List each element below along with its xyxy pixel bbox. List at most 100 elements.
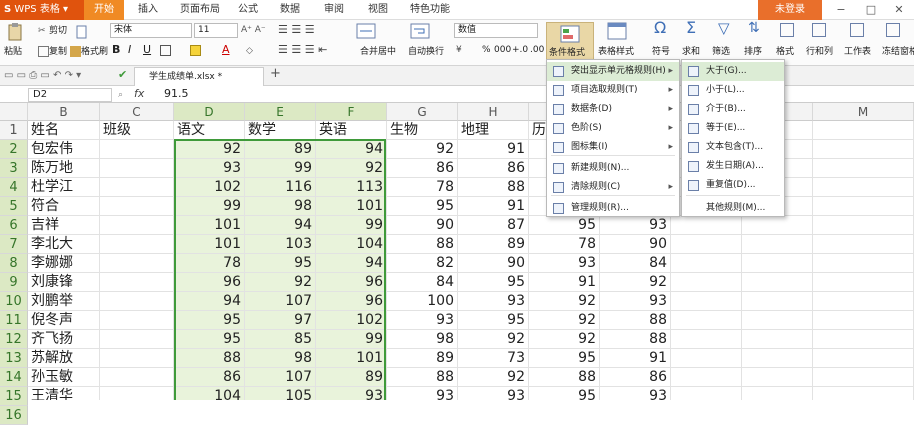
table-cell[interactable]: 98 bbox=[387, 330, 458, 349]
new-tab-button[interactable]: + bbox=[270, 67, 281, 80]
row-header[interactable]: 6 bbox=[0, 216, 28, 235]
table-cell[interactable] bbox=[813, 254, 914, 273]
table-cell[interactable]: 倪冬声 bbox=[28, 311, 100, 330]
table-cell[interactable]: 95 bbox=[529, 387, 600, 400]
formula-input[interactable]: 91.5 bbox=[164, 88, 189, 100]
tab-home[interactable]: 开始 bbox=[84, 0, 124, 20]
table-cell[interactable] bbox=[671, 387, 742, 400]
header-cell[interactable]: 语文 bbox=[174, 121, 245, 140]
table-cell[interactable]: 86 bbox=[174, 368, 245, 387]
sort-icon[interactable]: ⇅ bbox=[748, 21, 760, 35]
name-box[interactable]: D2 bbox=[28, 88, 112, 102]
table-cell[interactable]: 94 bbox=[316, 254, 387, 273]
row-header[interactable]: 11 bbox=[0, 311, 28, 330]
symbol-button[interactable]: 符号 bbox=[652, 46, 670, 58]
table-cell[interactable] bbox=[100, 292, 174, 311]
table-cell[interactable]: 78 bbox=[387, 178, 458, 197]
table-cell[interactable]: 88 bbox=[600, 311, 671, 330]
row-header[interactable]: 14 bbox=[0, 368, 28, 387]
row-header[interactable]: 4 bbox=[0, 178, 28, 197]
table-cell[interactable] bbox=[813, 368, 914, 387]
table-cell[interactable]: 98 bbox=[245, 197, 316, 216]
quick-access-icons[interactable]: ▭ ▭ ⎙ ▭ ↶ ↷ ▾ bbox=[4, 70, 81, 82]
table-cell[interactable]: 90 bbox=[600, 235, 671, 254]
table-cell[interactable]: 95 bbox=[458, 311, 529, 330]
maximize-button[interactable]: □ bbox=[856, 0, 886, 20]
submenu-item[interactable]: 介于(B)... bbox=[682, 100, 784, 119]
table-cell[interactable]: 李北大 bbox=[28, 235, 100, 254]
table-cell[interactable]: 93 bbox=[387, 387, 458, 400]
cond-menu-item[interactable]: 数据条(D) ▸ bbox=[547, 100, 679, 119]
table-cell[interactable] bbox=[100, 254, 174, 273]
fill-color-icon[interactable] bbox=[190, 45, 201, 57]
table-cell[interactable]: 93 bbox=[174, 159, 245, 178]
wrap-text-button[interactable]: 自动换行 bbox=[408, 46, 444, 58]
clear-format-icon[interactable]: ◇ bbox=[246, 45, 253, 57]
table-cell[interactable] bbox=[742, 273, 813, 292]
table-cell[interactable]: 89 bbox=[387, 349, 458, 368]
table-cell[interactable]: 86 bbox=[458, 159, 529, 178]
italic-button[interactable]: I bbox=[128, 44, 131, 56]
cut-button[interactable]: ✂ 剪切 bbox=[38, 25, 67, 37]
col-header-c[interactable]: C bbox=[100, 103, 174, 121]
table-cell[interactable]: 杜学江 bbox=[28, 178, 100, 197]
table-cell[interactable]: 113 bbox=[316, 178, 387, 197]
font-name-select[interactable]: 宋体 bbox=[110, 23, 192, 38]
table-cell[interactable]: 89 bbox=[245, 140, 316, 159]
col-header-h[interactable]: H bbox=[458, 103, 529, 121]
submenu-item[interactable]: 大于(G)... bbox=[682, 62, 784, 81]
table-cell[interactable] bbox=[671, 235, 742, 254]
table-cell[interactable]: 91 bbox=[458, 197, 529, 216]
table-cell[interactable]: 95 bbox=[387, 197, 458, 216]
filter-icon[interactable]: ▽ bbox=[718, 21, 730, 36]
table-cell[interactable] bbox=[671, 273, 742, 292]
table-cell[interactable]: 93 bbox=[458, 387, 529, 400]
table-cell[interactable]: 86 bbox=[387, 159, 458, 178]
submenu-item[interactable]: 等于(E)... bbox=[682, 119, 784, 138]
table-cell[interactable]: 92 bbox=[387, 140, 458, 159]
table-cell[interactable]: 88 bbox=[600, 330, 671, 349]
table-cell[interactable]: 93 bbox=[529, 254, 600, 273]
row-header[interactable]: 16 bbox=[0, 406, 28, 425]
wrap-text-icon[interactable] bbox=[410, 22, 438, 40]
table-cell[interactable]: 93 bbox=[600, 292, 671, 311]
table-cell[interactable]: 93 bbox=[387, 311, 458, 330]
header-cell[interactable]: 地理 bbox=[458, 121, 529, 140]
table-cell[interactable]: 孙玉敏 bbox=[28, 368, 100, 387]
table-cell[interactable]: 101 bbox=[316, 197, 387, 216]
table-cell[interactable]: 94 bbox=[316, 140, 387, 159]
table-cell[interactable]: 85 bbox=[245, 330, 316, 349]
table-cell[interactable]: 73 bbox=[458, 349, 529, 368]
table-cell[interactable]: 88 bbox=[387, 235, 458, 254]
table-cell[interactable] bbox=[742, 349, 813, 368]
row-header[interactable]: 2 bbox=[0, 140, 28, 159]
cond-menu-item[interactable]: 管理规则(R)... bbox=[547, 199, 679, 218]
table-cell[interactable]: 91 bbox=[600, 349, 671, 368]
col-header-b[interactable]: B bbox=[28, 103, 100, 121]
submenu-item[interactable]: 其他规则(M)... bbox=[682, 199, 784, 218]
freeze-button[interactable]: 冻结窗格 bbox=[882, 46, 914, 58]
table-cell[interactable]: 92 bbox=[600, 273, 671, 292]
table-cell[interactable]: 88 bbox=[529, 368, 600, 387]
font-color-icon[interactable]: A bbox=[222, 44, 230, 56]
worksheet-button[interactable]: 工作表 bbox=[844, 46, 871, 58]
table-cell[interactable]: 107 bbox=[245, 368, 316, 387]
table-cell[interactable]: 90 bbox=[458, 254, 529, 273]
table-cell[interactable]: 86 bbox=[600, 368, 671, 387]
submenu-item[interactable]: 重复值(D)... bbox=[682, 176, 784, 195]
table-cell[interactable]: 96 bbox=[316, 292, 387, 311]
table-cell[interactable]: 101 bbox=[174, 235, 245, 254]
minimize-button[interactable]: − bbox=[826, 0, 856, 20]
table-cell[interactable]: 刘康锋 bbox=[28, 273, 100, 292]
row-header[interactable]: 8 bbox=[0, 254, 28, 273]
filter-button[interactable]: 筛选 bbox=[712, 46, 730, 58]
table-cell[interactable] bbox=[100, 216, 174, 235]
wps-app-menu[interactable]: S WPS 表格 ▾ bbox=[0, 0, 84, 20]
cond-menu-item[interactable]: 新建规则(N)... bbox=[547, 159, 679, 178]
sort-button[interactable]: 排序 bbox=[744, 46, 762, 58]
tab-formula[interactable]: 公式 bbox=[228, 0, 268, 20]
table-cell[interactable]: 88 bbox=[387, 368, 458, 387]
table-cell[interactable]: 90 bbox=[387, 216, 458, 235]
table-cell[interactable]: 94 bbox=[174, 292, 245, 311]
conditional-format-button[interactable]: 条件格式 bbox=[546, 22, 594, 64]
